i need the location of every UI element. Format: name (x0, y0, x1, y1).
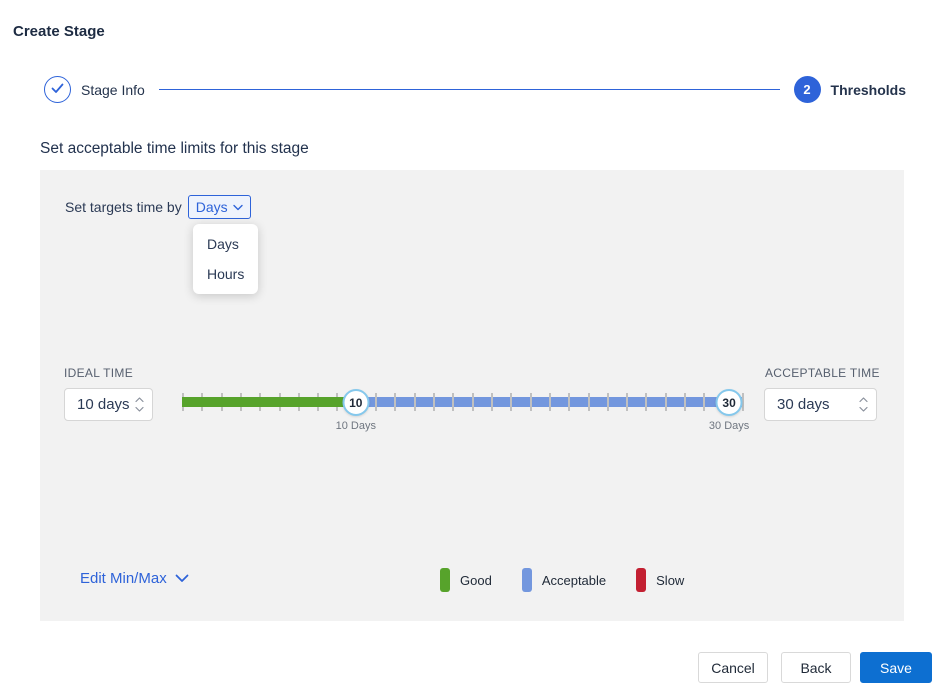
slider-tick (452, 393, 454, 411)
slider-tick (684, 393, 686, 411)
slider-tick (626, 393, 628, 411)
slider-tick (375, 393, 377, 411)
stepper-up-icon (859, 397, 868, 403)
acceptable-time-value: 30 days (777, 396, 830, 413)
slider-tick (607, 393, 609, 411)
acceptable-time-label: ACCEPTABLE TIME (765, 366, 880, 380)
slider-tick (530, 393, 532, 411)
good-swatch (440, 568, 450, 592)
page-title: Create Stage (13, 23, 105, 40)
chevron-down-icon (233, 204, 243, 211)
unit-select-menu: DaysHours (193, 224, 258, 294)
acceptable-slider-handle[interactable]: 30 (716, 389, 743, 416)
slider-tick (414, 393, 416, 411)
slider-tick (568, 393, 570, 411)
acceptable-time-input[interactable]: 30 days (764, 388, 877, 421)
back-button[interactable]: Back (781, 652, 851, 683)
legend-item-good: Good (440, 568, 492, 592)
slider-track-good[interactable] (182, 397, 356, 407)
cancel-button[interactable]: Cancel (698, 652, 768, 683)
step2-circle[interactable]: 2 (794, 76, 821, 103)
ideal-time-stepper[interactable] (135, 397, 144, 412)
slider-tick (665, 393, 667, 411)
legend-label: Good (460, 573, 492, 588)
edit-minmax-label: Edit Min/Max (80, 570, 167, 587)
unit-option-hours[interactable]: Hours (193, 259, 258, 289)
slider-tick (433, 393, 435, 411)
ideal-slider-caption: 10 Days (336, 420, 376, 432)
slider-tick (588, 393, 590, 411)
stepper-down-icon (135, 406, 144, 412)
legend-label: Slow (656, 573, 684, 588)
time-range-slider: 10 30 10 Days 30 Days (182, 389, 742, 441)
slider-tick (645, 393, 647, 411)
check-icon (51, 81, 64, 99)
stepper: Stage Info 2 Thresholds (44, 76, 906, 103)
acceptable-swatch (522, 568, 532, 592)
create-stage-dialog: Create Stage Stage Info 2 Thresholds Set… (0, 0, 946, 696)
ideal-time-label: IDEAL TIME (64, 366, 133, 380)
ideal-time-value: 10 days (77, 396, 130, 413)
step2-label[interactable]: Thresholds (831, 82, 906, 98)
slider-tick (394, 393, 396, 411)
ideal-time-input[interactable]: 10 days (64, 388, 153, 421)
step1-label[interactable]: Stage Info (81, 82, 145, 98)
unit-select-trigger[interactable]: Days (188, 195, 251, 219)
section-heading: Set acceptable time limits for this stag… (40, 140, 309, 158)
edit-minmax-link[interactable]: Edit Min/Max (80, 570, 189, 587)
slider-tick (549, 393, 551, 411)
ideal-slider-handle[interactable]: 10 (342, 389, 369, 416)
stepper-connector-line (159, 89, 780, 90)
acceptable-slider-caption: 30 Days (709, 420, 749, 432)
slider-tick (510, 393, 512, 411)
slider-tick (703, 393, 705, 411)
acceptable-time-stepper[interactable] (859, 397, 868, 412)
stepper-down-icon (859, 406, 868, 412)
targets-label: Set targets time by (65, 199, 182, 215)
step1-circle[interactable] (44, 76, 71, 103)
unit-select-value: Days (196, 199, 228, 215)
save-button[interactable]: Save (860, 652, 932, 683)
legend-label: Acceptable (542, 573, 606, 588)
legend-item-acceptable: Acceptable (522, 568, 606, 592)
stepper-up-icon (135, 397, 144, 403)
unit-option-days[interactable]: Days (193, 229, 258, 259)
thresholds-panel: Set targets time by Days DaysHours IDEAL… (40, 170, 904, 621)
targets-row: Set targets time by Days (65, 195, 251, 219)
slider-tick (472, 393, 474, 411)
step2-number: 2 (803, 82, 810, 97)
slow-swatch (636, 568, 646, 592)
slider-tick (491, 393, 493, 411)
legend-item-slow: Slow (636, 568, 684, 592)
legend: Good Acceptable Slow (440, 568, 684, 592)
chevron-down-icon (175, 570, 189, 587)
